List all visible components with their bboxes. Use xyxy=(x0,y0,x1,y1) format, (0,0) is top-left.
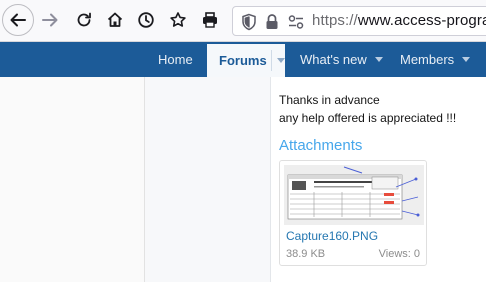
history-button[interactable] xyxy=(130,4,162,36)
attachment-size: 38.9 KB xyxy=(286,248,326,260)
nav-home[interactable]: Home xyxy=(158,42,193,77)
message-user-column xyxy=(145,77,271,282)
attachment-views: Views: 0 xyxy=(378,248,420,260)
reload-button[interactable] xyxy=(68,4,100,36)
print-icon xyxy=(203,12,217,28)
url-text[interactable]: https://www.access-program xyxy=(312,12,486,29)
nav-forums[interactable]: Forums xyxy=(207,44,285,77)
forward-button[interactable] xyxy=(34,4,66,36)
url-scheme: https:// xyxy=(312,12,358,29)
home-icon xyxy=(107,12,123,27)
history-clock-icon xyxy=(138,12,154,28)
nav-whats-new-label: What's new xyxy=(300,52,367,67)
browser-toolbar: https://www.access-program xyxy=(0,0,486,42)
attachment-filename[interactable]: Capture160.PNG xyxy=(286,229,378,243)
chevron-down-icon[interactable] xyxy=(374,57,383,62)
url-host: www.access-program xyxy=(357,12,486,29)
attachment-card[interactable]: Capture160.PNG 38.9 KB Views: 0 xyxy=(279,160,427,266)
shield-icon[interactable] xyxy=(241,13,257,31)
back-button[interactable] xyxy=(2,4,34,36)
print-button[interactable] xyxy=(194,4,226,36)
nav-home-label: Home xyxy=(158,52,193,67)
attachment-thumbnail-image xyxy=(284,165,424,225)
chevron-down-icon[interactable] xyxy=(276,58,285,63)
forward-arrow-icon xyxy=(42,13,58,27)
post-text-line: Thanks in advance xyxy=(279,93,380,107)
back-arrow-icon xyxy=(10,13,26,27)
bookmark-star-icon xyxy=(170,12,186,27)
nav-forums-label: Forums xyxy=(219,53,267,68)
lock-icon[interactable] xyxy=(264,13,280,31)
attachments-heading: Attachments xyxy=(279,137,363,154)
nav-whats-new[interactable]: What's new xyxy=(300,42,383,77)
bookmark-button[interactable] xyxy=(162,4,194,36)
nav-members[interactable]: Members xyxy=(400,42,471,77)
permissions-icon[interactable] xyxy=(287,14,305,30)
url-bar[interactable]: https://www.access-program xyxy=(232,6,486,36)
reload-icon xyxy=(77,12,91,27)
nav-members-label: Members xyxy=(400,52,455,67)
post-text-line: any help offered is appreciated !!! xyxy=(279,111,457,125)
left-panel xyxy=(0,77,145,282)
chevron-down-icon[interactable] xyxy=(462,57,471,62)
home-button[interactable] xyxy=(99,4,131,36)
nav-forums-divider xyxy=(271,50,272,71)
forum-nav-bar: Home Forums What's new Members xyxy=(0,42,486,77)
attachment-thumbnail[interactable] xyxy=(284,165,424,225)
